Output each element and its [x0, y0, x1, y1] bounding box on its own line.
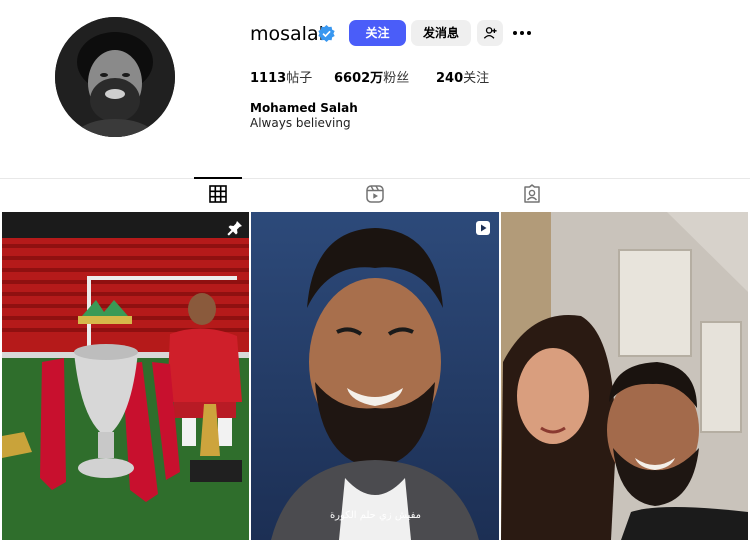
posts-count: 1113 — [250, 71, 287, 86]
profile-bio: Always believing — [250, 116, 351, 130]
followers-label: 粉丝 — [383, 71, 410, 86]
following-stat[interactable]: 240关注 — [436, 67, 489, 86]
followers-stat[interactable]: 6602万粉丝 — [334, 67, 409, 86]
message-button[interactable]: 发消息 — [411, 20, 471, 46]
following-label: 关注 — [463, 71, 490, 86]
pin-icon — [227, 221, 242, 236]
post-image-trophy — [2, 212, 249, 540]
profile-avatar[interactable] — [55, 17, 175, 137]
posts-label: 帖子 — [286, 71, 313, 86]
reel-icon — [476, 221, 490, 235]
post-image-reel-portrait — [251, 212, 499, 540]
post-tile-2[interactable]: مفيش زي حلم الكورة — [251, 212, 499, 540]
follow-button[interactable]: 关注 — [349, 20, 406, 46]
followers-count: 6602万 — [334, 71, 384, 86]
more-options-icon[interactable] — [511, 22, 533, 44]
post-image-selfie — [501, 212, 748, 540]
profile-full-name: Mohamed Salah — [250, 101, 358, 115]
reel-caption: مفيش زي حلم الكورة — [329, 510, 422, 521]
posts-count-stat[interactable]: 1113帖子 — [250, 67, 312, 86]
grid-icon[interactable] — [208, 184, 228, 204]
suggest-accounts-button[interactable] — [477, 20, 503, 46]
post-tile-1[interactable] — [2, 212, 249, 540]
verified-badge-icon — [318, 25, 335, 42]
post-tile-3[interactable] — [501, 212, 748, 540]
following-count: 240 — [436, 71, 464, 86]
tagged-icon[interactable] — [522, 184, 542, 204]
reels-icon[interactable] — [365, 184, 385, 204]
active-tab-indicator — [194, 177, 242, 179]
tabs-divider — [0, 178, 750, 179]
add-person-icon — [483, 27, 497, 39]
